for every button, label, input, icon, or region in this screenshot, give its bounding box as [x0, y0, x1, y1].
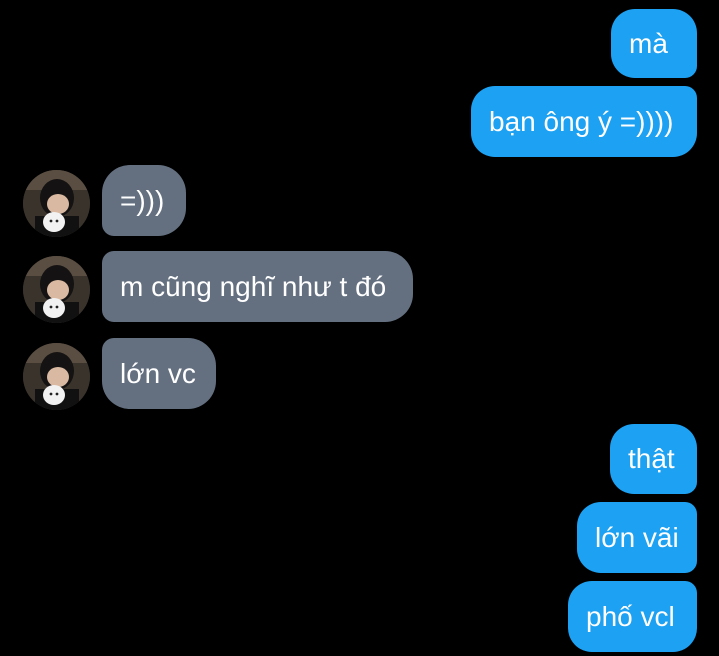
received-message[interactable]: lớn vc	[102, 338, 216, 409]
avatar-photo-icon	[23, 343, 90, 410]
sent-message[interactable]: lớn vãi	[577, 502, 697, 573]
received-message[interactable]: m cũng nghĩ như t đó	[102, 251, 413, 322]
sent-message[interactable]: bạn ông ý =))))	[471, 86, 697, 157]
sent-message[interactable]: thật	[610, 424, 697, 494]
contact-avatar[interactable]	[23, 170, 90, 237]
contact-avatar[interactable]	[23, 343, 90, 410]
avatar-photo-icon	[23, 256, 90, 323]
received-message[interactable]: =)))	[102, 165, 186, 236]
avatar-photo-icon	[23, 170, 90, 237]
contact-avatar[interactable]	[23, 256, 90, 323]
sent-message[interactable]: phố vcl	[568, 581, 697, 652]
sent-message[interactable]: mà	[611, 9, 697, 78]
